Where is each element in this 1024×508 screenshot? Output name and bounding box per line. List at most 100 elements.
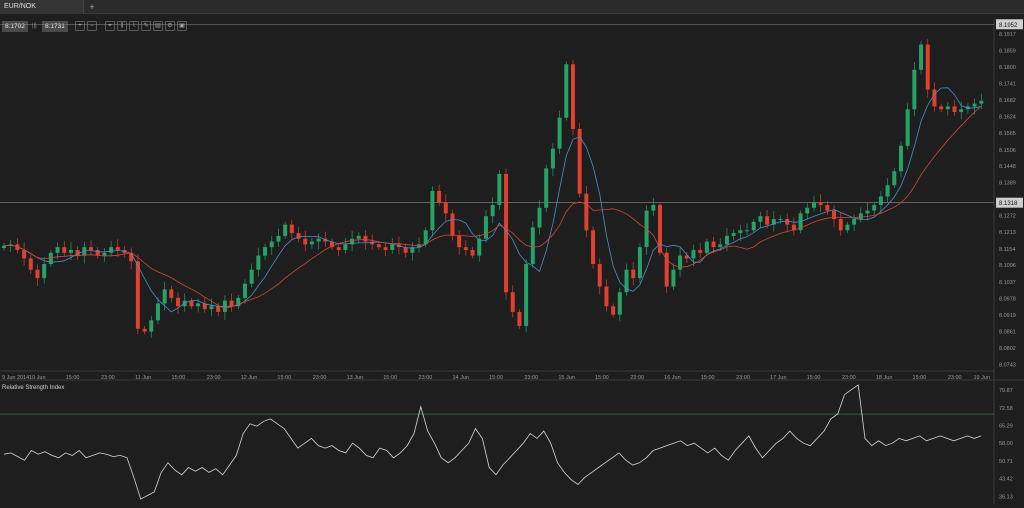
candle-body: [537, 207, 542, 228]
rsi-title: Relative Strength Index: [2, 385, 65, 391]
candle-body: [611, 306, 616, 315]
candle-body: [242, 283, 247, 298]
candle-body: [557, 117, 562, 149]
candle-body: [617, 292, 622, 315]
candle-body: [597, 264, 602, 287]
candle-body: [932, 89, 937, 107]
candle-body: [765, 216, 770, 225]
candle-body: [477, 238, 482, 256]
time-tick-label: 15:00: [913, 375, 927, 381]
price-tick-label: 8.1800: [999, 65, 1016, 71]
candle-body: [724, 235, 729, 245]
price-chart[interactable]: 8.1917 8.1859 8.1800 8.1741 8.1682 8.1624 8.15…: [0, 0, 1024, 508]
time-tick-label: 15:00: [807, 375, 821, 381]
candle-body: [343, 244, 348, 250]
candle-body: [430, 190, 435, 231]
price-tick-label: 8.1917: [999, 32, 1016, 38]
candle-body: [490, 204, 495, 217]
candle-body: [135, 261, 140, 329]
candle-body: [517, 311, 522, 326]
rsi-tick-label: 43.42: [999, 477, 1013, 483]
candle-body: [704, 241, 709, 253]
time-tick-label: 19 Jun: [973, 375, 990, 381]
candle-body: [450, 213, 455, 236]
candle-body: [905, 109, 910, 146]
candle-body: [256, 255, 261, 270]
candle-body: [845, 224, 850, 231]
candle-body: [470, 249, 475, 256]
candle-body: [564, 64, 569, 118]
candle-body: [28, 258, 33, 270]
candle-body: [818, 202, 823, 205]
price-tick-label: 8.1682: [999, 98, 1016, 104]
candle-body: [919, 44, 924, 70]
time-tick-label: 15:00: [595, 375, 609, 381]
candle-body: [209, 306, 214, 310]
price-tick-label: 8.1741: [999, 82, 1016, 88]
candle-body: [376, 244, 381, 248]
candle-body: [805, 207, 810, 214]
candle-body: [758, 216, 763, 222]
candle-body: [155, 303, 160, 321]
candle-body: [738, 230, 743, 234]
candle-body: [443, 202, 448, 214]
time-tick-label: 23:00: [842, 375, 856, 381]
candle-body: [544, 168, 549, 208]
price-tick-label: 8.1272: [999, 214, 1016, 220]
price-tick-label: 8.1389: [999, 181, 1016, 187]
rsi-tick-label: 50.71: [999, 459, 1013, 465]
rsi-tick-label: 65.29: [999, 423, 1013, 429]
rsi-tick-label: 72.58: [999, 406, 1013, 412]
time-tick-label: 15:00: [383, 375, 397, 381]
candle-body: [483, 216, 488, 239]
candle-body: [383, 247, 388, 250]
candle-body: [437, 190, 442, 203]
price-tick-label: 8.0743: [999, 363, 1016, 369]
candle-body: [356, 235, 361, 239]
candle-body: [336, 247, 341, 250]
candle-body: [898, 145, 903, 172]
candle-body: [68, 249, 73, 253]
candle-body: [229, 300, 234, 307]
price-tick-label: 8.1096: [999, 263, 1016, 269]
price-tick-label: 8.1154: [999, 247, 1015, 253]
candle-body: [115, 247, 120, 250]
candle-body: [591, 230, 596, 265]
candle-body: [35, 269, 40, 279]
time-tick-label: 15:00: [277, 375, 291, 381]
price-tick-label: 8.0861: [999, 329, 1016, 335]
time-tick-label: 13 Jun: [347, 375, 364, 381]
candle-body: [216, 306, 221, 312]
candle-body: [196, 303, 201, 307]
candle-body: [691, 249, 696, 259]
candle-body: [142, 328, 147, 332]
candle-body: [925, 44, 930, 90]
candle-body: [390, 244, 395, 250]
candle-body: [62, 247, 67, 253]
candle-body: [463, 247, 468, 250]
candle-body: [497, 173, 502, 205]
time-tick-label: 14 Jun: [452, 375, 469, 381]
candle-body: [249, 269, 254, 284]
rsi-tick-label: 79.87: [999, 388, 1013, 394]
candle-body: [296, 233, 301, 239]
candle-body: [169, 289, 174, 298]
candle-body: [176, 297, 181, 307]
candle-body: [751, 221, 756, 231]
high-price-label: 8.1952: [999, 23, 1018, 29]
candle-body: [309, 241, 314, 245]
candle-body: [671, 269, 676, 287]
current-price-label: 8.1318: [999, 201, 1018, 207]
candle-body: [745, 230, 750, 232]
candle-body: [885, 185, 890, 197]
candle-body: [2, 245, 6, 249]
rsi-tick-label: 58.00: [999, 441, 1013, 447]
price-tick-label: 8.0919: [999, 313, 1016, 319]
price-tick-label: 8.1213: [999, 230, 1016, 236]
candle-body: [811, 202, 816, 208]
price-tick-label: 8.1037: [999, 280, 1016, 286]
time-tick-label: 12 Jun: [241, 375, 258, 381]
candle-body: [952, 106, 957, 113]
candle-body: [524, 264, 529, 326]
candle-body: [95, 249, 100, 256]
